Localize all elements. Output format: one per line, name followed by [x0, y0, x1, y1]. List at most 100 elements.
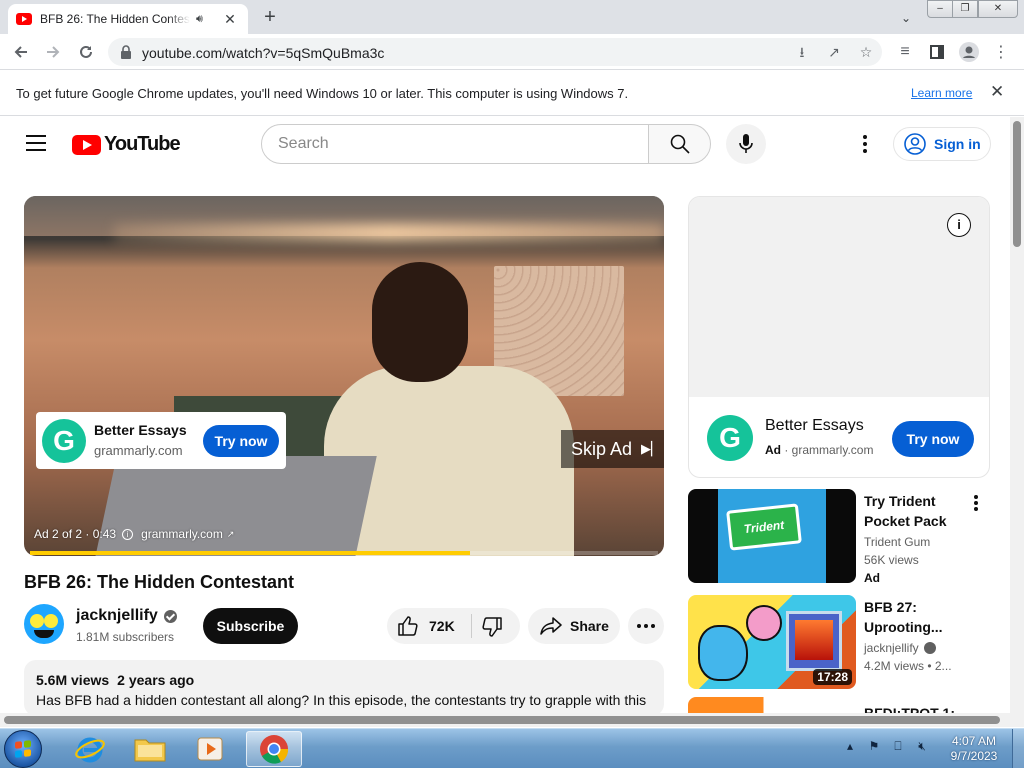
youtube-logo[interactable]: YouTube: [72, 133, 181, 156]
like-divider: [471, 614, 472, 638]
vertical-scrollbar[interactable]: [1010, 117, 1024, 713]
channel-avatar[interactable]: [24, 604, 64, 644]
rec-views: 56K views: [864, 553, 919, 567]
voice-search-button[interactable]: [726, 124, 766, 164]
browser-tab-active[interactable]: BFB 26: The Hidden Contestant - YouTube …: [8, 4, 248, 34]
share-page-icon[interactable]: ↗: [824, 43, 844, 61]
volume-muted-icon[interactable]: 🔇︎: [914, 739, 930, 754]
forward-arrow-icon[interactable]: [40, 39, 66, 65]
upload-age: 2 years ago: [117, 672, 195, 688]
vertical-scrollbar-thumb[interactable]: [1013, 121, 1021, 247]
infobar-close-icon[interactable]: ✕: [990, 82, 1004, 102]
subscribe-button[interactable]: Subscribe: [203, 608, 298, 644]
profile-avatar-icon[interactable]: [956, 39, 982, 65]
verified-badge-icon: [163, 609, 177, 623]
video-thumbnail[interactable]: 17:28: [688, 595, 856, 689]
thumbnail-trident-pack: Trident: [726, 503, 802, 551]
ad-try-now-button[interactable]: Try now: [203, 425, 279, 457]
video-frame-person-head: [372, 262, 468, 382]
settings-kebab-icon[interactable]: [855, 134, 875, 154]
more-actions-button[interactable]: [628, 608, 664, 644]
thumbnail-character: [698, 625, 748, 681]
taskbar-media-player[interactable]: [182, 731, 238, 767]
start-button[interactable]: [4, 730, 42, 768]
video-title: BFB 26: The Hidden Contestant: [24, 572, 295, 592]
learn-more-link[interactable]: Learn more: [911, 86, 972, 100]
ad-counter: Ad 2 of 2 · 0:43: [34, 527, 117, 541]
horizontal-scrollbar[interactable]: [0, 713, 1024, 727]
chrome-menu-kebab-icon[interactable]: ⋮: [988, 39, 1014, 65]
verified-badge-icon: [923, 642, 936, 654]
side-panel-icon[interactable]: [924, 39, 950, 65]
reload-icon[interactable]: [73, 39, 99, 65]
list-item[interactable]: BFDI:TPOT 1:: [688, 697, 990, 713]
thumbnail-tv: [786, 611, 842, 671]
skip-ad-button[interactable]: Skip Ad ▶▏: [561, 430, 664, 468]
taskbar-internet-explorer[interactable]: [62, 731, 118, 767]
guide-menu-icon[interactable]: [26, 135, 46, 151]
lock-icon: [121, 45, 131, 59]
like-count: 72K: [429, 618, 455, 634]
address-bar[interactable]: youtube.com/watch?v=5qSmQuBma3c ⭳ ↗ ☆: [108, 38, 882, 66]
companion-ad-domain: grammarly.com: [791, 443, 874, 457]
rec-views: 4.2M views • 2...: [864, 659, 952, 673]
rec-video-title[interactable]: Try Trident Pocket Pack: [864, 491, 964, 531]
install-app-icon[interactable]: ⭳: [792, 43, 812, 61]
update-infobar: To get future Google Chrome updates, you…: [0, 71, 1024, 116]
media-controls-icon[interactable]: ≡: [892, 39, 918, 65]
thumbnail-flower-character: [746, 605, 782, 641]
ad-visit-link[interactable]: grammarly.com: [141, 527, 223, 541]
search-input[interactable]: Search: [261, 124, 649, 164]
rec-video-title[interactable]: BFDI:TPOT 1:: [864, 703, 964, 713]
horizontal-scrollbar-thumb[interactable]: [4, 716, 1000, 724]
tray-expand-icon[interactable]: ▴: [842, 739, 858, 754]
share-label: Share: [570, 618, 609, 634]
sign-in-label: Sign in: [934, 136, 981, 152]
rec-more-kebab-icon[interactable]: [974, 495, 978, 511]
window-restore-button[interactable]: ❐: [952, 0, 978, 18]
taskbar-file-explorer[interactable]: [122, 731, 178, 767]
video-player[interactable]: [24, 196, 664, 556]
ad-badge: Ad: [864, 571, 880, 585]
back-arrow-icon[interactable]: [8, 39, 34, 65]
new-tab-button[interactable]: +: [258, 6, 282, 30]
ad-domain: grammarly.com: [94, 443, 183, 458]
ad-info-icon[interactable]: i: [947, 213, 971, 237]
channel-name-link[interactable]: jacknjellify: [76, 607, 177, 625]
rec-video-title[interactable]: BFB 27: Uprooting...: [864, 597, 964, 637]
video-frame-laptop: [91, 456, 377, 556]
video-thumbnail[interactable]: [688, 697, 856, 713]
list-item[interactable]: 17:28 BFB 27: Uprooting... jacknjellify …: [688, 595, 990, 689]
player-ad-card[interactable]: G Better Essays grammarly.com Try now: [36, 412, 286, 469]
tab-search-chevron-icon[interactable]: ⌄: [896, 8, 916, 28]
list-item[interactable]: Trident Try Trident Pocket Pack Trident …: [688, 489, 990, 585]
share-button[interactable]: Share: [528, 608, 620, 644]
external-link-icon: ↗: [226, 528, 235, 539]
ad-info-icon[interactable]: i: [122, 528, 134, 540]
ad-progress-bar[interactable]: [30, 551, 658, 555]
like-button[interactable]: 72K: [397, 608, 455, 644]
description-text: Has BFB had a hidden contestant all alon…: [36, 692, 647, 708]
taskbar-clock[interactable]: 4:07 AM 9/7/2023: [944, 734, 1004, 764]
sign-in-button[interactable]: Sign in: [893, 127, 991, 161]
rec-channel: Trident Gum: [864, 535, 930, 549]
browser-toolbar: youtube.com/watch?v=5qSmQuBma3c ⭳ ↗ ☆ ≡ …: [0, 34, 1024, 70]
video-thumbnail[interactable]: Trident: [688, 489, 856, 583]
channel-name: jacknjellify: [76, 607, 158, 624]
thumbs-down-icon[interactable]: [481, 616, 503, 638]
show-desktop-button[interactable]: [1012, 729, 1024, 768]
window-close-button[interactable]: ✕: [978, 0, 1018, 18]
skip-ad-label: Skip Ad: [571, 438, 633, 459]
companion-ad[interactable]: i G Better Essays Ad · grammarly.com Try…: [688, 196, 990, 478]
avatar-mouth: [34, 630, 54, 638]
bookmark-star-icon[interactable]: ☆: [856, 43, 876, 61]
companion-ad-try-now-button[interactable]: Try now: [892, 421, 974, 457]
tab-close-icon[interactable]: ✕: [222, 11, 238, 27]
audio-playing-icon[interactable]: 🔊︎: [196, 13, 210, 26]
description-box[interactable]: 5.6M views 2 years ago Has BFB had a hidd…: [24, 660, 664, 716]
action-center-icon[interactable]: ⚑: [866, 739, 882, 754]
taskbar-chrome[interactable]: [246, 731, 302, 767]
search-button[interactable]: [648, 124, 711, 164]
window-minimize-button[interactable]: –: [927, 0, 953, 18]
network-icon[interactable]: ⎕: [890, 739, 906, 754]
